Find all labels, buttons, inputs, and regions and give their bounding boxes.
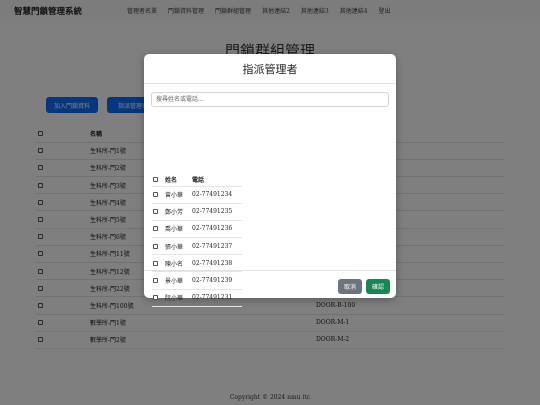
modal-header: 指派管理者 [144,54,396,84]
manager-phone: 02-77491235 [192,202,242,221]
manager-name: 張小華 [165,237,192,255]
confirm-button[interactable]: 確認 [366,279,390,294]
manager-name: 喬小華 [165,219,192,238]
manager-row: 曾小華 02-77491234 [152,185,242,204]
manager-name: 鄭小芳 [165,202,192,221]
manager-row [152,305,242,313]
select-all-managers-checkbox[interactable] [153,177,158,183]
manager-checkbox[interactable] [153,209,158,215]
manager-phone: 02-77491234 [192,185,242,204]
manager-row: 喬小華 02-77491236 [152,219,242,238]
manager-checkbox[interactable] [153,226,158,232]
manager-phone: 02-77491237 [192,237,242,255]
modal-footer: 取消 確認 [144,270,396,298]
column-header-phone: 電話 [192,177,205,185]
modal-title: 指派管理者 [242,62,298,76]
manager-phone [192,305,242,313]
manager-checkbox[interactable] [153,243,158,249]
manager-phone: 02-77491236 [192,219,242,238]
cancel-button[interactable]: 取消 [338,279,362,294]
manager-row: 張小華 02-77491237 [152,237,242,255]
manager-row: 鄭小芳 02-77491235 [152,202,242,221]
manager-checkbox[interactable] [153,260,158,266]
search-input[interactable] [151,92,389,107]
manager-name: 曾小華 [165,185,192,204]
manager-name [165,305,192,313]
manager-header-row: 姓名 電話 [152,174,242,186]
manager-checkbox[interactable] [153,192,158,198]
assign-manager-modal: 指派管理者 姓名 電話 曾小華02-77491234 鄭小芳02-7749123… [144,54,396,313]
column-header-name: 姓名 [165,177,178,185]
